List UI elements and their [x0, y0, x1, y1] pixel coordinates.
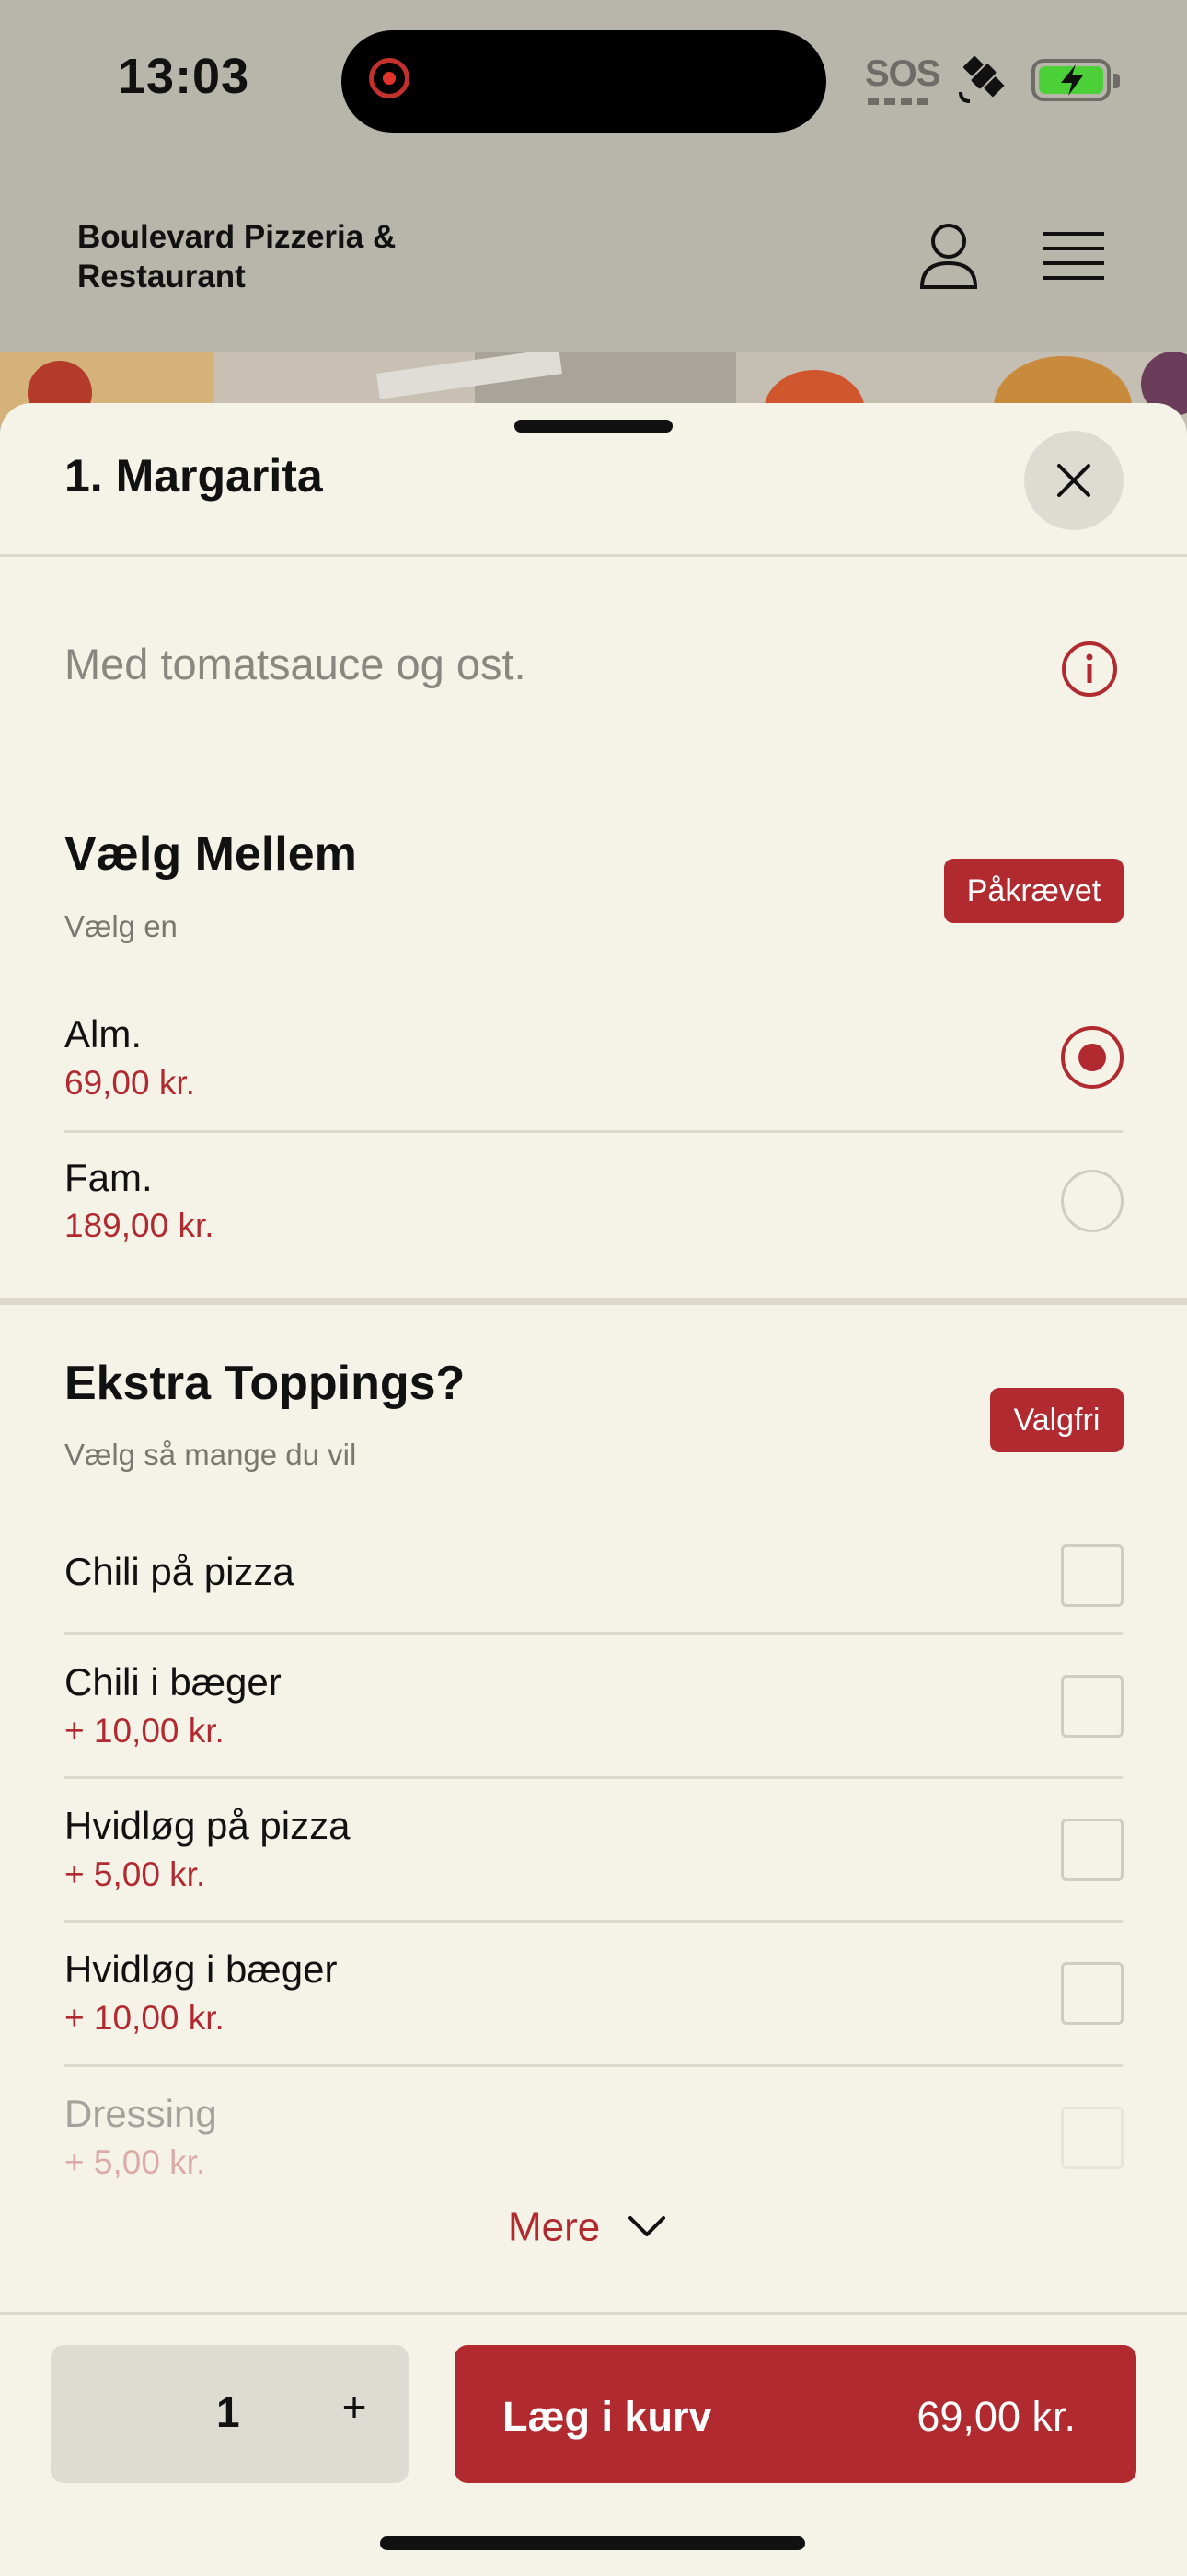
toppings-group-subtitle: Vælg så mange du vil: [64, 1438, 357, 1472]
topping-option-price: + 10,00 kr.: [64, 1712, 225, 1750]
topping-checkbox[interactable]: [1061, 1819, 1124, 1881]
add-to-cart-label: Læg i kurv: [502, 2393, 712, 2440]
info-icon[interactable]: [1061, 641, 1118, 698]
topping-checkbox[interactable]: [1061, 1962, 1124, 2025]
close-icon: [1057, 464, 1090, 497]
size-radio-selected[interactable]: [1061, 1026, 1124, 1089]
signal-dots-icon: [868, 98, 928, 105]
divider: [64, 1920, 1123, 1923]
increase-quantity-button[interactable]: +: [327, 2382, 382, 2432]
size-group-subtitle: Vælg en: [64, 909, 178, 943]
topping-option-price: + 10,00 kr.: [64, 1999, 225, 2037]
chevron-down-icon: [628, 2216, 666, 2237]
divider: [0, 554, 1187, 557]
quantity-stepper: 1 +: [51, 2345, 409, 2483]
restaurant-name[interactable]: Boulevard Pizzeria & Restaurant: [77, 217, 464, 296]
divider: [64, 1632, 1123, 1635]
status-bar: 13:03 SOS: [0, 0, 1187, 166]
add-to-cart-price: 69,00 kr.: [916, 2393, 1076, 2440]
product-sheet: 1. Margarita Med tomatsauce og ost. Vælg…: [0, 403, 1187, 2573]
sos-indicator: SOS: [865, 53, 940, 94]
topping-option-price: + 5,00 kr.: [64, 1855, 206, 1893]
show-more-button[interactable]: Mere: [508, 2202, 666, 2258]
status-time: 13:03: [118, 49, 250, 104]
product-description: Med tomatsauce og ost.: [64, 640, 526, 688]
quantity-value: 1: [216, 2388, 240, 2436]
app-header: Boulevard Pizzeria & Restaurant: [0, 166, 1187, 352]
divider: [64, 2064, 1123, 2067]
satellite-icon: [959, 55, 1005, 103]
section-divider: [0, 1298, 1187, 1305]
add-to-cart-button[interactable]: Læg i kurv 69,00 kr.: [455, 2345, 1136, 2483]
size-option-price: 69,00 kr.: [64, 1064, 195, 1102]
topping-option-price: + 5,00 kr.: [64, 2143, 206, 2181]
topping-option-label: Chili i bæger: [64, 1660, 282, 1704]
toppings-group-title: Ekstra Toppings?: [64, 1357, 466, 1410]
show-more-label: Mere: [508, 2204, 601, 2250]
divider: [64, 1776, 1123, 1779]
recording-icon: [369, 58, 409, 98]
topping-option-label: Chili på pizza: [64, 1550, 294, 1593]
optional-badge: Valgfri: [990, 1388, 1124, 1452]
topping-option-label: Dressing: [64, 2092, 217, 2135]
topping-checkbox[interactable]: [1061, 2107, 1124, 2169]
size-option-price: 189,00 kr.: [64, 1207, 214, 1244]
close-button[interactable]: [1024, 431, 1124, 530]
product-title: 1. Margarita: [64, 450, 323, 502]
dynamic-island: [341, 30, 826, 133]
sheet-grabber[interactable]: [514, 420, 673, 433]
required-badge: Påkrævet: [944, 859, 1124, 923]
size-group-title: Vælg Mellem: [64, 827, 357, 881]
topping-checkbox[interactable]: [1061, 1544, 1124, 1607]
size-option-label: Fam.: [64, 1156, 153, 1199]
home-indicator[interactable]: [380, 2536, 805, 2550]
size-option-label: Alm.: [64, 1012, 142, 1056]
topping-option-label: Hvidløg på pizza: [64, 1804, 351, 1847]
topping-checkbox[interactable]: [1061, 1675, 1124, 1738]
menu-icon[interactable]: [1043, 230, 1104, 282]
user-icon[interactable]: [916, 221, 981, 291]
size-radio[interactable]: [1061, 1170, 1124, 1232]
battery-icon: [1031, 59, 1120, 101]
topping-option-label: Hvidløg i bæger: [64, 1947, 338, 1991]
divider: [64, 1130, 1123, 1133]
